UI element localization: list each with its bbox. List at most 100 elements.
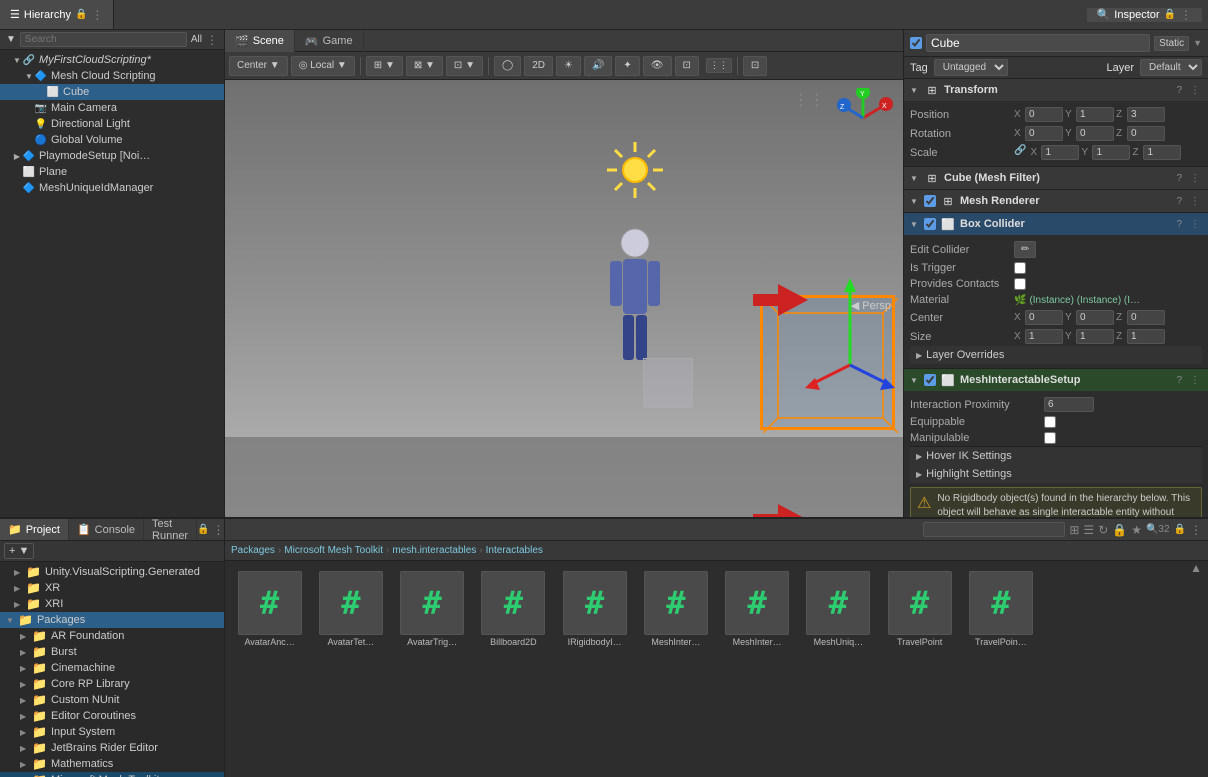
hierarchy-item-plane[interactable]: ⬜ Plane (0, 164, 224, 180)
mesh-filter-help-btn[interactable]: ? (1174, 173, 1184, 184)
scene-tab[interactable]: 🎬 Scene (225, 30, 295, 52)
mesh-renderer-more-btn[interactable]: ⋮ (1188, 196, 1202, 207)
file-tree-item-cinemachine[interactable]: ▶ 📁 Cinemachine (0, 660, 224, 676)
box-collider-more-btn[interactable]: ⋮ (1188, 219, 1202, 230)
file-tree-item-customnunit[interactable]: ▶ 📁 Custom NUnit (0, 692, 224, 708)
box-collider-help-btn[interactable]: ? (1174, 219, 1184, 230)
hierarchy-item-playmodesetup[interactable]: ▶ 🔷 PlaymodeSetup [Noi… (0, 148, 224, 164)
all-label[interactable]: All (191, 34, 202, 45)
asset-item[interactable]: # Billboard2D (475, 567, 552, 651)
hierarchy-tab[interactable]: ☰ Hierarchy 🔒 ⋮ (0, 0, 114, 29)
box-collider-header[interactable]: ▼ ⬜ Box Collider ? ⋮ (904, 213, 1208, 235)
breadcrumb-mesh-toolkit[interactable]: Microsoft Mesh Toolkit (284, 545, 383, 556)
rot-x-input[interactable] (1025, 126, 1063, 141)
file-tree-item-packages[interactable]: ▼ 📁 Packages (0, 612, 224, 628)
cx-input[interactable] (1025, 310, 1063, 325)
breadcrumb-interactables[interactable]: Interactables (486, 545, 543, 556)
hierarchy-item-cube[interactable]: ⬜ Cube (0, 84, 224, 100)
inspector-more-icon[interactable]: ⋮ (1180, 8, 1192, 22)
file-tree-add-btn[interactable]: + ▼ (4, 543, 34, 559)
grid-btn[interactable]: ⊞ ▼ (366, 56, 403, 76)
overlay-menu-dots[interactable]: ⋮⋮ (793, 90, 825, 110)
breadcrumb-mesh-interactables[interactable]: mesh.interactables (392, 545, 476, 556)
local-dropdown[interactable]: ◎ Local ▼ (291, 56, 355, 76)
overlay-dots[interactable]: ⋮⋮ (706, 58, 732, 73)
rot-z-input[interactable] (1127, 126, 1165, 141)
scale-z-input[interactable] (1143, 145, 1181, 160)
object-enabled-checkbox[interactable] (910, 37, 922, 49)
interaction-proximity-input[interactable] (1044, 397, 1094, 412)
sz-input[interactable] (1127, 329, 1165, 344)
fx-btn[interactable]: ✦ (615, 56, 639, 76)
light-btn[interactable]: ☀ (556, 56, 581, 76)
mesh-renderer-enabled-checkbox[interactable] (924, 195, 936, 207)
file-tree-item-arfoundation[interactable]: ▶ 📁 AR Foundation (0, 628, 224, 644)
scale-x-input[interactable] (1041, 145, 1079, 160)
create-btn[interactable]: ▼ (6, 34, 16, 45)
hierarchy-item-directionallight[interactable]: 💡 Directional Light (0, 116, 224, 132)
breadcrumb-packages[interactable]: Packages (231, 545, 275, 556)
hierarchy-search-input[interactable] (20, 32, 187, 47)
hierarchy-item-globalvolume[interactable]: 🔵 Global Volume (0, 132, 224, 148)
transform-header[interactable]: ▼ ⊞ Transform ? ⋮ (904, 79, 1208, 101)
2d-btn[interactable]: 2D (524, 56, 553, 76)
static-button[interactable]: Static (1154, 36, 1189, 51)
equippable-checkbox[interactable] (1044, 416, 1056, 428)
highlight-settings-row[interactable]: ▶ Highlight Settings (910, 465, 1202, 483)
project-tab[interactable]: 📁 Project (0, 519, 69, 540)
icon-lock2[interactable]: 🔒 (1112, 523, 1127, 537)
asset-item[interactable]: # MeshInter… (637, 567, 714, 651)
panel-more-icon[interactable]: ⋮ (213, 523, 225, 537)
test-runner-tab[interactable]: Test Runner (144, 519, 197, 540)
hierarchy-more-icon[interactable]: ⋮ (91, 8, 103, 22)
icon-grid-view[interactable]: ⊞ (1069, 523, 1079, 537)
file-tree-item-xr[interactable]: ▶ 📁 XR (0, 580, 224, 596)
asset-item[interactable]: # MeshInter… (719, 567, 796, 651)
box-collider-enabled-checkbox[interactable] (924, 218, 936, 230)
game-tab[interactable]: 🎮 Game (295, 30, 364, 52)
layer-overrides-row[interactable]: ▶ Layer Overrides (910, 346, 1202, 364)
mesh-renderer-header[interactable]: ▼ ⊞ Mesh Renderer ? ⋮ (904, 190, 1208, 212)
file-tree-item-meshtoolkit[interactable]: ▶ 📁 Microsoft Mesh Toolkit (0, 772, 224, 777)
console-tab[interactable]: 📋 Console (69, 519, 144, 540)
file-tree-item-visualscripting[interactable]: ▶ 📁 Unity.VisualScripting.Generated (0, 564, 224, 580)
mesh-interactable-more-btn[interactable]: ⋮ (1188, 375, 1202, 386)
scroll-up-indicator[interactable]: ▲ (1190, 561, 1202, 575)
file-tree-item-inputsystem[interactable]: ▶ 📁 Input System (0, 724, 224, 740)
mesh-interactable-help-btn[interactable]: ? (1174, 375, 1184, 386)
pos-y-input[interactable] (1076, 107, 1114, 122)
file-tree-item-burst[interactable]: ▶ 📁 Burst (0, 644, 224, 660)
hidden-btn[interactable]: 👁 (643, 56, 672, 76)
object-name-input[interactable] (926, 34, 1150, 52)
file-tree-item-corerplib[interactable]: ▶ 📁 Core RP Library (0, 676, 224, 692)
scene-view[interactable]: ◀ Persp X Y Z (225, 80, 903, 517)
icon-refresh[interactable]: ↻ (1098, 523, 1108, 537)
scale-y-input[interactable] (1092, 145, 1130, 160)
transform-help-btn[interactable]: ? (1174, 85, 1184, 96)
asset-item[interactable]: # TravelPoin… (962, 567, 1039, 651)
tag-select[interactable]: Untagged (934, 59, 1008, 76)
file-tree-item-mathematics[interactable]: ▶ 📁 Mathematics (0, 756, 224, 772)
audio-btn[interactable]: 🔊 (584, 56, 612, 76)
mesh-filter-header[interactable]: ▼ ⊞ Cube (Mesh Filter) ? ⋮ (904, 167, 1208, 189)
sy-input[interactable] (1076, 329, 1114, 344)
asset-item[interactable]: # IRigidbodyI… (556, 567, 633, 651)
is-trigger-checkbox[interactable] (1014, 262, 1026, 274)
cy-input[interactable] (1076, 310, 1114, 325)
asset-item[interactable]: # AvatarTet… (312, 567, 389, 651)
snap-btn[interactable]: ⊠ ▼ (406, 56, 443, 76)
mesh-renderer-help-btn[interactable]: ? (1174, 196, 1184, 207)
sx-input[interactable] (1025, 329, 1063, 344)
hierarchy-item-maincamera[interactable]: 📷 Main Camera (0, 100, 224, 116)
pos-x-input[interactable] (1025, 107, 1063, 122)
center-dropdown[interactable]: Center ▼ (229, 56, 288, 76)
assets-search-input[interactable] (923, 522, 1065, 537)
asset-item[interactable]: # AvatarAnc… (231, 567, 308, 651)
mesh-interactable-header[interactable]: ▼ ⬜ MeshInteractableSetup ? ⋮ (904, 369, 1208, 391)
panel-more-bottom[interactable]: ⋮ (1190, 523, 1202, 537)
icon-list-view[interactable]: ☰ (1083, 523, 1094, 537)
file-tree-item-editorcoroutines[interactable]: ▶ 📁 Editor Coroutines (0, 708, 224, 724)
manipulable-checkbox[interactable] (1044, 432, 1056, 444)
static-dropdown-icon[interactable]: ▼ (1193, 38, 1202, 48)
hover-ik-row[interactable]: ▶ Hover IK Settings (910, 446, 1202, 465)
